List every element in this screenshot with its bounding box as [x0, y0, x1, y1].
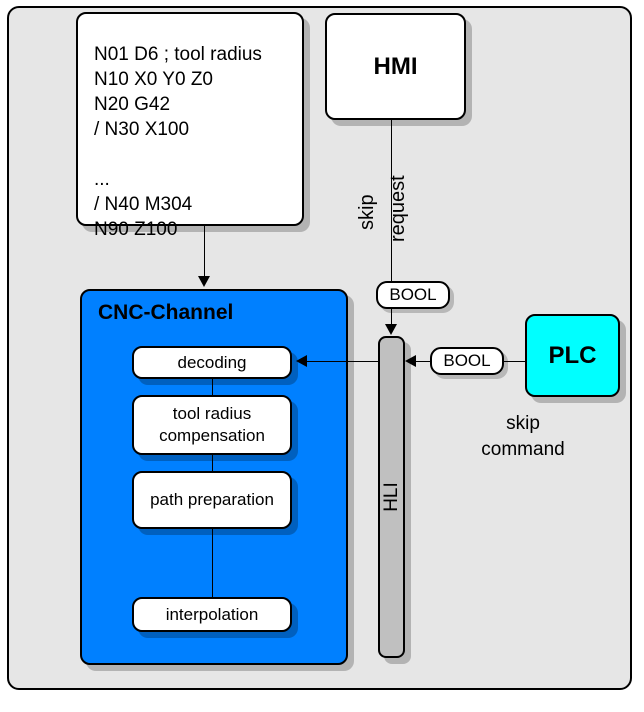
nc-to-cnc-arrowhead [198, 276, 210, 287]
hmi-to-bool-line [391, 120, 392, 281]
cnc-channel-block: CNC-Channel decoding tool radius compensa… [80, 289, 348, 665]
nc-program-code: N01 D6 ; tool radius N10 X0 Y0 Z0 N20 G4… [94, 44, 262, 240]
plc-box: PLC [525, 314, 620, 397]
skip-command-caption: skip command [481, 413, 565, 460]
bool-to-hli-line-plc [415, 361, 431, 362]
hmi-label: HMI [373, 52, 418, 80]
bool-label-plc: BOOL [430, 347, 504, 375]
hli-label: HLI [380, 482, 402, 512]
stage-tool-radius-compensation: tool radius compensation [132, 395, 292, 455]
stage-connector-2 [212, 455, 213, 471]
plc-to-bool-line [504, 361, 525, 362]
stage-decoding: decoding [132, 346, 292, 379]
stage-connector-1 [212, 379, 213, 395]
plc-label: PLC [548, 341, 597, 369]
nc-program-box: N01 D6 ; tool radius N10 X0 Y0 Z0 N20 G4… [76, 12, 304, 240]
bool-to-hli-arrowhead [385, 324, 397, 335]
bool-to-hli-arrowhead-plc [405, 355, 416, 367]
bool-to-hli-line [391, 309, 392, 325]
stage-interpolation: interpolation [132, 597, 292, 632]
cnc-channel-title: CNC-Channel [98, 301, 234, 324]
nc-to-cnc-connector-line [204, 226, 205, 278]
hli-to-decoding-arrowhead [296, 355, 307, 367]
hli-bar: HLI [378, 336, 405, 658]
diagram-canvas: N01 D6 ; tool radius N10 X0 Y0 Z0 N20 G4… [0, 0, 644, 712]
stage-connector-3 [212, 529, 213, 597]
hli-to-decoding-line [306, 361, 379, 362]
hmi-box: HMI [325, 13, 466, 120]
skip-request-word-skip: skip [356, 194, 378, 230]
stage-path-preparation: path preparation [132, 471, 292, 529]
bool-label-hmi: BOOL [376, 281, 450, 309]
